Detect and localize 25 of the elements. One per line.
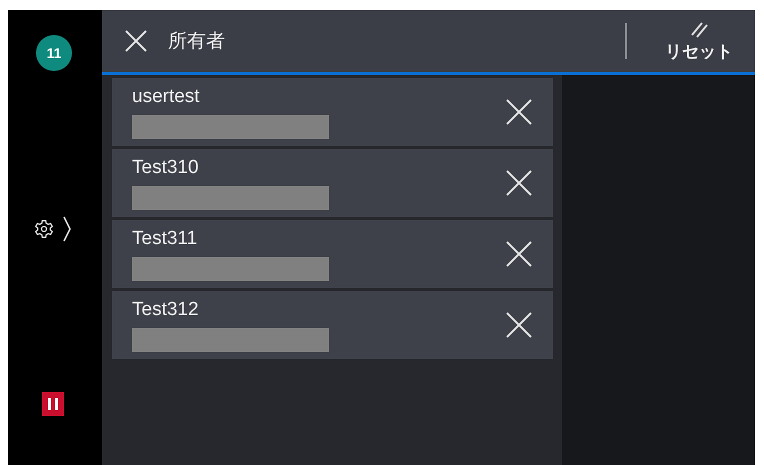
owner-row[interactable]: Test310 (112, 149, 553, 217)
close-icon (124, 29, 148, 53)
remove-button[interactable] (505, 311, 533, 339)
close-icon (506, 170, 532, 196)
header-title: 所有者 (168, 28, 225, 54)
remove-button[interactable] (505, 169, 533, 197)
close-icon (506, 241, 532, 267)
reset-button[interactable]: リセット (665, 20, 733, 66)
notification-badge: 11 (36, 35, 72, 71)
remove-button[interactable] (505, 98, 533, 126)
settings-icon[interactable] (34, 219, 54, 239)
close-icon (506, 99, 532, 125)
owner-row[interactable]: usertest (112, 78, 553, 146)
owner-row[interactable]: Test312 (112, 291, 553, 359)
owner-name: Test312 (132, 298, 199, 322)
owner-name: Test311 (132, 227, 198, 251)
reset-icon (689, 20, 709, 40)
remove-button[interactable] (505, 240, 533, 268)
chevron-right-icon[interactable] (62, 216, 72, 242)
owner-name: Test310 (132, 156, 199, 180)
pause-icon[interactable] (42, 392, 64, 416)
close-button[interactable] (124, 29, 148, 53)
owner-name: usertest (132, 85, 200, 109)
close-icon (506, 312, 532, 338)
owner-row[interactable]: Test311 (112, 220, 553, 288)
